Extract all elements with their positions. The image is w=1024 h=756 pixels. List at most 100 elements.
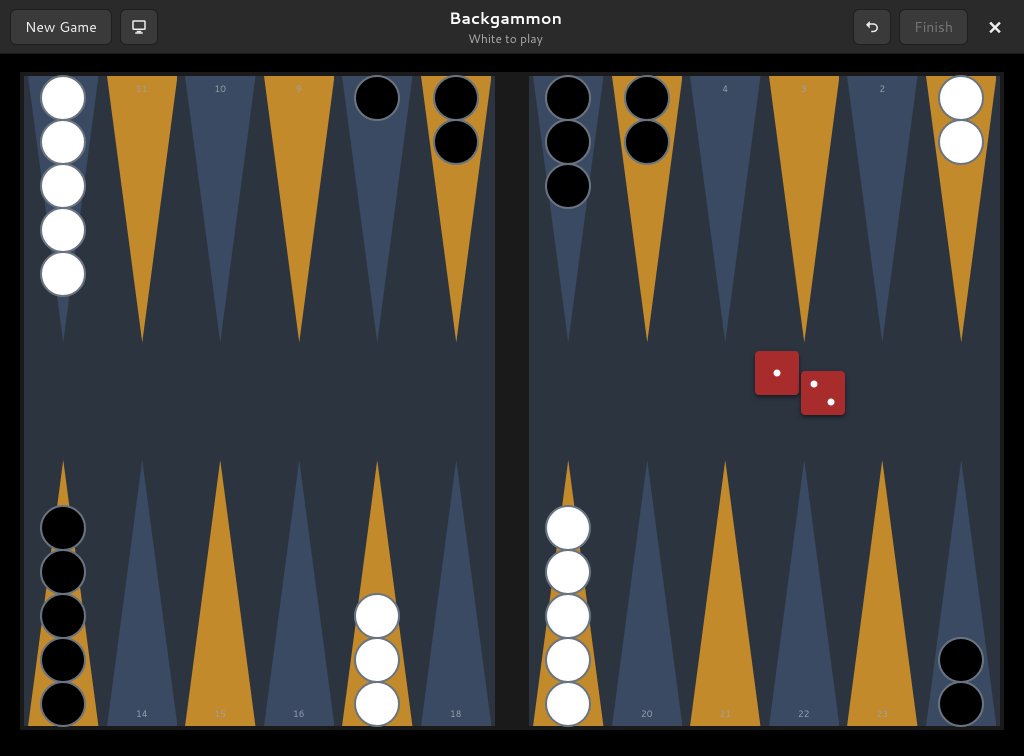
dice-area[interactable]	[755, 351, 845, 415]
backgammon-board: 121110987 131415161718 654321 1920212223…	[20, 72, 1004, 730]
undo-button[interactable]	[853, 9, 891, 45]
point-2[interactable]: 2	[843, 76, 922, 401]
black-checker[interactable]	[545, 163, 591, 209]
triangle	[185, 460, 256, 727]
white-checker[interactable]	[545, 681, 591, 727]
point-20[interactable]: 20	[608, 401, 687, 726]
home-board-bottom-right: 192021222324	[529, 401, 1000, 726]
white-checker[interactable]	[40, 75, 86, 121]
checker-stack	[922, 76, 1001, 164]
point-23[interactable]: 23	[843, 401, 922, 726]
checker-stack	[338, 594, 417, 726]
outer-board-bottom-left: 131415161718	[24, 401, 495, 726]
die-2[interactable]	[801, 371, 845, 415]
black-checker[interactable]	[40, 637, 86, 683]
checker-stack	[529, 76, 608, 208]
die-pip	[773, 370, 780, 377]
board-bar[interactable]	[495, 76, 529, 726]
pip-number: 20	[608, 707, 687, 720]
header-center: Backgammon White to play	[166, 7, 845, 47]
pip-number: 2	[843, 82, 922, 95]
black-checker[interactable]	[433, 75, 479, 121]
black-checker[interactable]	[624, 119, 670, 165]
white-checker[interactable]	[545, 505, 591, 551]
outer-board-top-left: 121110987	[24, 76, 495, 401]
pip-number: 21	[686, 707, 765, 720]
point-1[interactable]: 1	[922, 76, 1001, 401]
black-checker[interactable]	[938, 637, 984, 683]
black-checker[interactable]	[40, 505, 86, 551]
checker-stack	[922, 638, 1001, 726]
triangle	[612, 460, 683, 727]
pip-number: 11	[103, 82, 182, 95]
white-checker[interactable]	[938, 119, 984, 165]
point-22[interactable]: 22	[765, 401, 844, 726]
white-checker[interactable]	[40, 207, 86, 253]
point-12[interactable]: 12	[24, 76, 103, 401]
board-right-half: 654321 192021222324	[529, 76, 1000, 726]
pip-number: 10	[181, 82, 260, 95]
die-1[interactable]	[755, 351, 799, 395]
point-24[interactable]: 24	[922, 401, 1001, 726]
pip-number: 4	[686, 82, 765, 95]
white-checker[interactable]	[545, 637, 591, 683]
black-checker[interactable]	[545, 75, 591, 121]
pip-number: 3	[765, 82, 844, 95]
white-checker[interactable]	[40, 119, 86, 165]
point-13[interactable]: 13	[24, 401, 103, 726]
point-10[interactable]: 10	[181, 76, 260, 401]
point-8[interactable]: 8	[338, 76, 417, 401]
checker-stack	[417, 76, 496, 164]
black-checker[interactable]	[938, 681, 984, 727]
checker-stack	[608, 76, 687, 164]
white-checker[interactable]	[40, 163, 86, 209]
point-9[interactable]: 9	[260, 76, 339, 401]
window-title: Backgammon	[166, 7, 845, 30]
header-bar: New Game Backgammon White to play Finish…	[0, 0, 1024, 54]
point-16[interactable]: 16	[260, 401, 339, 726]
white-checker[interactable]	[40, 251, 86, 297]
checker-stack	[24, 76, 103, 296]
pip-number: 23	[843, 707, 922, 720]
point-15[interactable]: 15	[181, 401, 260, 726]
point-5[interactable]: 5	[608, 76, 687, 401]
new-game-button[interactable]: New Game	[10, 9, 112, 45]
point-21[interactable]: 21	[686, 401, 765, 726]
white-checker[interactable]	[354, 637, 400, 683]
point-7[interactable]: 7	[417, 76, 496, 401]
point-11[interactable]: 11	[103, 76, 182, 401]
point-18[interactable]: 18	[417, 401, 496, 726]
white-checker[interactable]	[938, 75, 984, 121]
triangle	[847, 460, 918, 727]
triangle	[185, 76, 256, 343]
point-14[interactable]: 14	[103, 401, 182, 726]
computer-player-button[interactable]	[120, 9, 158, 45]
black-checker[interactable]	[354, 75, 400, 121]
black-checker[interactable]	[545, 119, 591, 165]
black-checker[interactable]	[40, 593, 86, 639]
finish-button[interactable]: Finish	[899, 9, 968, 45]
white-checker[interactable]	[354, 593, 400, 639]
point-17[interactable]: 17	[338, 401, 417, 726]
black-checker[interactable]	[624, 75, 670, 121]
undo-icon	[863, 18, 881, 36]
close-button[interactable]: ✕	[976, 9, 1014, 45]
black-checker[interactable]	[433, 119, 479, 165]
triangle	[769, 460, 840, 727]
black-checker[interactable]	[40, 681, 86, 727]
point-19[interactable]: 19	[529, 401, 608, 726]
checker-stack	[529, 506, 608, 726]
triangle	[107, 460, 178, 727]
white-checker[interactable]	[545, 593, 591, 639]
computer-icon	[130, 18, 148, 36]
die-pip	[828, 398, 835, 405]
pip-number: 15	[181, 707, 260, 720]
black-checker[interactable]	[40, 549, 86, 595]
close-icon: ✕	[987, 14, 1002, 40]
white-checker[interactable]	[354, 681, 400, 727]
point-6[interactable]: 6	[529, 76, 608, 401]
triangle	[690, 76, 761, 343]
white-checker[interactable]	[545, 549, 591, 595]
point-4[interactable]: 4	[686, 76, 765, 401]
triangle	[421, 460, 492, 727]
